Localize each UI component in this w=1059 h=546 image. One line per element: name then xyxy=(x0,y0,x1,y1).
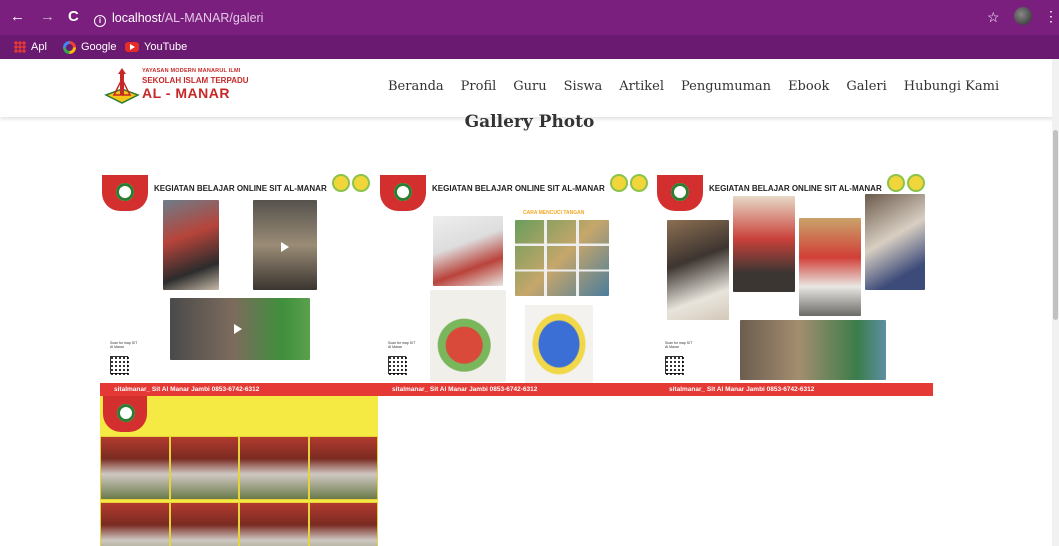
photo-drawing xyxy=(433,216,503,286)
photo-cell xyxy=(100,436,170,500)
qr-code xyxy=(665,356,684,375)
nav-beranda[interactable]: Beranda xyxy=(388,79,444,94)
photo-child-writing xyxy=(667,220,729,320)
site-logo[interactable]: YAYASAN MODERN MANARUL ILMI SEKOLAH ISLA… xyxy=(104,67,254,109)
card-footer: sitalmanar_ Sit Al Manar Jambi 0853-6742… xyxy=(655,383,933,396)
logo-line1: YAYASAN MODERN MANARUL ILMI xyxy=(142,68,241,74)
qr-code xyxy=(110,356,129,375)
photo-cell xyxy=(169,436,239,500)
nav-ebook[interactable]: Ebook xyxy=(788,79,829,94)
nav-guru[interactable]: Guru xyxy=(513,79,546,94)
school-shield-logo xyxy=(380,175,426,211)
nav-galeri[interactable]: Galeri xyxy=(846,79,886,94)
logo-line2: SEKOLAH ISLAM TERPADU xyxy=(142,75,249,85)
badge-icon xyxy=(630,174,648,192)
info-icon[interactable]: i xyxy=(94,15,106,27)
photo-grid-row xyxy=(100,436,378,500)
play-icon xyxy=(281,242,289,252)
page-title: Gallery Photo xyxy=(464,112,595,132)
bookmark-label: Google xyxy=(81,41,117,53)
card-title: KEGIATAN BELAJAR ONLINE SIT AL-MANAR xyxy=(709,184,882,193)
photo-caption: CARA MENCUCI TANGAN xyxy=(523,210,585,216)
gallery-photo-4[interactable] xyxy=(100,396,378,546)
main-nav: Beranda Profil Guru Siswa Artikel Pengum… xyxy=(388,79,1016,94)
forward-icon[interactable]: → xyxy=(40,8,55,26)
photo-cell xyxy=(239,436,309,500)
badge-icon xyxy=(907,174,925,192)
photo-cell xyxy=(308,436,378,500)
profile-avatar[interactable] xyxy=(1014,7,1032,25)
apps-icon xyxy=(14,41,26,53)
badge-icon xyxy=(332,174,350,192)
bookmark-apl[interactable]: Apl xyxy=(14,39,47,55)
menu-kebab-icon[interactable]: ⋮ xyxy=(1044,8,1058,25)
qr-code xyxy=(388,356,407,375)
school-shield-logo xyxy=(657,175,703,211)
photo-handprint-art xyxy=(430,290,506,382)
photo-group xyxy=(740,320,886,380)
card-title: KEGIATAN BELAJAR ONLINE SIT AL-MANAR xyxy=(154,184,327,193)
url-path: /AL-MANAR/galeri xyxy=(161,11,264,25)
google-icon xyxy=(63,40,76,54)
gallery-photo-2[interactable]: KEGIATAN BELAJAR ONLINE SIT AL-MANAR CAR… xyxy=(378,170,656,396)
badge-icon xyxy=(610,174,628,192)
nav-siswa[interactable]: Siswa xyxy=(564,79,603,94)
youtube-icon xyxy=(125,42,139,52)
bookmark-google[interactable]: Google xyxy=(63,39,116,55)
photo-laptop xyxy=(253,200,317,290)
page-scrollbar-thumb[interactable] xyxy=(1053,130,1058,320)
qr-label: Scan for map SIT Al Manar xyxy=(388,341,416,349)
nav-artikel[interactable]: Artikel xyxy=(619,79,664,94)
card-footer: sitalmanar_ Sit Al Manar Jambi 0853-6742… xyxy=(100,383,378,396)
url-host: localhost xyxy=(112,11,162,25)
bookmark-star-icon[interactable]: ☆ xyxy=(987,9,1000,26)
bookmark-youtube[interactable]: YouTube xyxy=(125,39,187,55)
photo-child-red-shirt xyxy=(799,218,861,316)
card-footer: sitalmanar_ Sit Al Manar Jambi 0853-6742… xyxy=(378,383,656,396)
logo-line3: AL - MANAR xyxy=(142,84,230,101)
photo-child-study xyxy=(163,200,219,290)
photo-footprint-art xyxy=(525,305,593,383)
gallery-photo-3[interactable]: KEGIATAN BELAJAR ONLINE SIT AL-MANAR Sca… xyxy=(655,170,933,396)
bookmark-label: YouTube xyxy=(144,41,188,53)
bookmark-label: Apl xyxy=(31,41,47,53)
back-icon[interactable]: ← xyxy=(10,8,25,26)
address-bar[interactable]: i localhost/AL-MANAR/galeri xyxy=(94,8,994,28)
photo-cell xyxy=(169,502,239,546)
qr-label: Scan for map SIT Al Manar xyxy=(110,341,138,349)
site-header: YAYASAN MODERN MANARUL ILMI SEKOLAH ISLA… xyxy=(0,59,1059,117)
play-icon xyxy=(234,324,242,334)
nav-profil[interactable]: Profil xyxy=(461,79,497,94)
photo-child-standing xyxy=(733,196,795,292)
card-title: KEGIATAN BELAJAR ONLINE SIT AL-MANAR xyxy=(432,184,605,193)
nav-hubungi-kami[interactable]: Hubungi Kami xyxy=(904,79,999,94)
photo-cell xyxy=(100,502,170,546)
badge-icon xyxy=(887,174,905,192)
qr-label: Scan for map SIT Al Manar xyxy=(665,341,693,349)
school-shield-logo xyxy=(102,175,148,211)
photo-handwash-steps xyxy=(515,220,609,296)
photo-video-still xyxy=(170,298,310,360)
school-shield-logo xyxy=(103,396,147,432)
badge-icon xyxy=(352,174,370,192)
reload-icon[interactable]: C xyxy=(68,8,79,26)
photo-grid-row xyxy=(100,502,378,546)
photo-child-book xyxy=(865,194,925,290)
gallery-photo-1[interactable]: KEGIATAN BELAJAR ONLINE SIT AL-MANAR Sca… xyxy=(100,170,378,396)
nav-pengumuman[interactable]: Pengumuman xyxy=(681,79,771,94)
logo-emblem-icon xyxy=(104,68,140,104)
photo-cell xyxy=(239,502,309,546)
photo-cell xyxy=(308,502,378,546)
